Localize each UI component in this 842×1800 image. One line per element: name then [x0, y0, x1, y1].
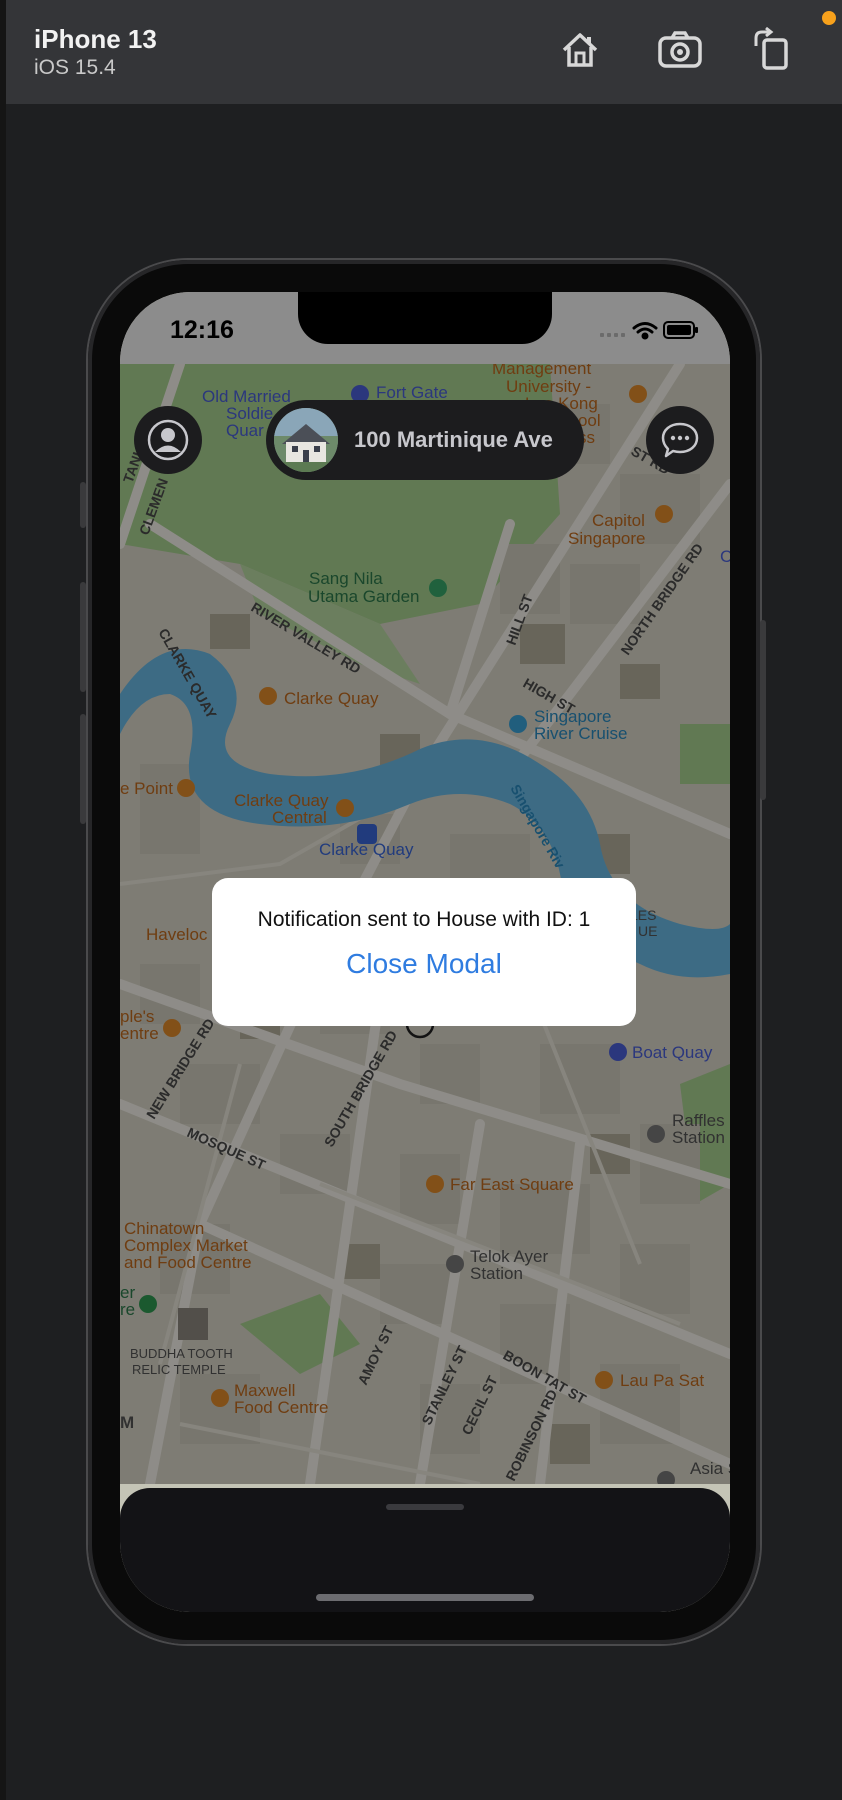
chat-button[interactable] — [646, 406, 714, 474]
screenshot-icon — [658, 31, 702, 68]
house-address: 100 Martinique Ave — [354, 427, 553, 452]
chat-bubble-icon — [661, 422, 699, 458]
volume-up-button — [80, 582, 86, 692]
modal-message: Notification sent to House with ID: 1 — [257, 908, 591, 931]
home-indicator[interactable] — [316, 1594, 534, 1601]
simulator-toolbar: iPhone 13 iOS 15.4 — [6, 0, 842, 104]
battery-icon — [663, 321, 698, 339]
profile-button[interactable] — [134, 406, 202, 474]
notification-modal: Notification sent to House with ID: 1 Cl… — [212, 878, 636, 1026]
status-icons — [600, 318, 700, 347]
power-button — [760, 620, 766, 800]
notch — [298, 292, 552, 344]
volume-down-button — [80, 714, 86, 824]
house-thumbnail — [274, 408, 338, 472]
device-os-version: iOS 15.4 — [34, 56, 116, 79]
sheet-grabber[interactable] — [386, 1504, 464, 1510]
device-name: iPhone 13 — [34, 24, 157, 54]
wifi-icon — [632, 322, 658, 340]
person-icon — [147, 419, 189, 461]
close-modal-button[interactable]: Close Modal — [212, 948, 636, 980]
home-button[interactable] — [556, 26, 604, 74]
phone-screen: Fort Gate Old Married Soldie Quar Manage… — [120, 292, 730, 1612]
rotate-icon — [754, 26, 788, 70]
screenshot-button[interactable] — [656, 26, 704, 74]
recording-indicator — [822, 11, 836, 25]
status-time: 12:16 — [170, 316, 234, 344]
home-icon — [562, 33, 598, 67]
rotate-button[interactable] — [750, 26, 798, 74]
simulator-edge — [0, 0, 6, 1800]
signal-icon — [600, 333, 625, 337]
mute-switch — [80, 482, 86, 528]
selected-house-pill[interactable]: 100 Martinique Ave — [266, 400, 584, 480]
